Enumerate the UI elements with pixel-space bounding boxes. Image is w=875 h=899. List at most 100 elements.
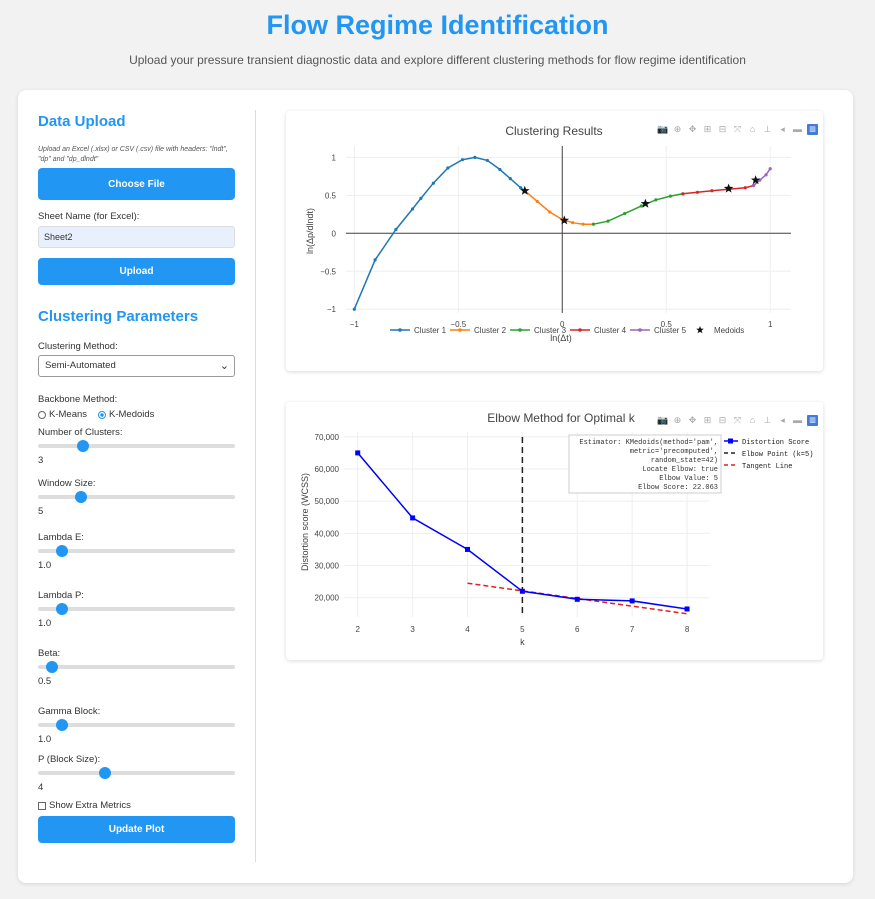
home-icon[interactable]: ⌂ [747,415,758,426]
autoscale-icon[interactable]: ⤧ [732,415,743,426]
hover-closest-icon[interactable]: ◂ [777,124,788,135]
pan-icon[interactable]: ✥ [687,415,698,426]
slider-track[interactable] [38,665,235,669]
data-point [764,173,768,177]
data-point [498,167,502,172]
home-icon[interactable]: ⌂ [747,124,758,135]
slider-value: 1.0 [38,618,52,629]
data-point [419,196,423,200]
data-point [639,204,643,208]
clustering-method-select[interactable]: Semi-Automated ⌄ [38,355,235,377]
radio-kmeans-label: K-Means [49,409,88,420]
slider[interactable] [38,718,235,731]
slider-thumb[interactable] [55,719,68,731]
slider[interactable] [38,602,235,615]
data-point [548,210,552,214]
hover-compare-icon[interactable]: ▬ [792,124,803,135]
slider-value: 3 [38,455,44,466]
hover-compare-icon[interactable]: ▬ [792,415,803,426]
upload-button[interactable]: Upload [38,258,235,285]
pan-icon[interactable]: ✥ [687,124,698,135]
slider[interactable] [38,766,235,779]
slider-thumb[interactable] [75,491,88,503]
slider[interactable] [38,490,235,503]
y-tick-label: 30,000 [315,562,340,571]
modebar-clustering: 📷 ⊕ ✥ ⊞ ⊟ ⤧ ⌂ ⊥ ◂ ▬ ▥ [657,124,818,135]
page-subtitle: Upload your pressure transient diagnosti… [129,53,746,67]
extra-metrics-checkbox[interactable] [38,801,46,810]
data-point [485,158,490,163]
y-tick-label: 20,000 [315,594,340,603]
page-title: Flow Regime Identification [266,10,609,40]
data-point [681,192,685,196]
clustering-method-value: Semi-Automated [45,360,116,371]
chevron-down-icon: ⌄ [219,360,229,372]
zoom-icon[interactable]: ⊕ [672,124,683,135]
zoom-out-icon[interactable]: ⊟ [717,415,728,426]
zoom-icon[interactable]: ⊕ [672,415,683,426]
spike-icon[interactable]: ⊥ [762,415,773,426]
choose-file-button[interactable]: Choose File [38,168,235,200]
legend-marker [638,328,642,332]
camera-icon[interactable]: 📷 [657,124,668,135]
annotation-line: random_state=42) [651,457,718,465]
slider[interactable] [38,660,235,673]
legend-marker [398,328,402,332]
slider-label: P (Block Size): [38,754,101,765]
distortion-marker [355,450,361,456]
hover-closest-icon[interactable]: ◂ [777,415,788,426]
slider-track[interactable] [38,771,235,775]
sidebar-divider [255,110,256,862]
slider-thumb[interactable] [55,545,68,557]
data-point [571,221,575,225]
radio-kmeans[interactable] [38,410,46,419]
x-tick-label: 7 [630,625,635,634]
data-point [473,155,477,159]
legend-label: Cluster 3 [534,326,567,335]
slider-thumb[interactable] [45,661,58,673]
distortion-marker [684,606,690,612]
elbow-method-chart[interactable]: Elbow Method for Optimal k 20,000 30,000 40… [286,402,823,660]
params-heading: Clustering Parameters [38,308,199,325]
modebar-elbow: 📷 ⊕ ✥ ⊞ ⊟ ⤧ ⌂ ⊥ ◂ ▬ ▥ [657,415,818,426]
plotly-logo-icon[interactable]: ▥ [807,124,818,135]
slider-track[interactable] [38,495,235,499]
sheet-name-input[interactable] [38,226,235,248]
annotation-line: Elbow Score: 22.063 [638,484,718,492]
data-point [591,222,596,226]
slider-thumb[interactable] [77,440,90,452]
annotation-line: Locate Elbow: true [642,466,718,474]
data-point [768,167,772,171]
upload-heading: Data Upload [38,113,126,130]
slider-thumb[interactable] [55,603,68,615]
clustering-method-label: Clustering Method: [38,341,118,352]
slider[interactable] [38,439,235,452]
y-axis-label: Distortion score (WCSS) [300,473,310,571]
data-point [519,186,523,190]
autoscale-icon[interactable]: ⤧ [732,124,743,135]
y-tick-label: 1 [332,153,337,162]
zoom-in-icon[interactable]: ⊞ [702,415,713,426]
clustering-results-chart[interactable]: Clustering Results−1−0.500.51−1 −0.5 0 0.5 1… [286,111,823,371]
legend-label: Distortion Score [742,439,809,447]
data-point [654,198,658,202]
camera-icon[interactable]: 📷 [657,415,668,426]
update-plot-button[interactable]: Update Plot [38,816,235,843]
data-point [394,227,398,232]
legend-marker [518,328,522,332]
x-tick-label: 3 [410,625,415,634]
slider-thumb[interactable] [98,767,111,779]
legend-medoid-marker [696,326,704,334]
extra-metrics-label: Show Extra Metrics [49,800,131,811]
x-tick-label: −0.5 [450,320,466,329]
clustering-plot-card: Clustering Results −1 −0.5 0 0.5 1 −1 −0.5 0 0.5 1… [286,111,823,371]
spike-icon[interactable]: ⊥ [762,124,773,135]
zoom-out-icon[interactable]: ⊟ [717,124,728,135]
radio-kmedoids[interactable] [98,410,107,419]
slider[interactable] [38,544,235,557]
slider-label: Gamma Block: [38,706,101,717]
slider-track[interactable] [38,444,235,448]
zoom-in-icon[interactable]: ⊞ [702,124,713,135]
plotly-logo-icon[interactable]: ▥ [807,415,818,426]
x-tick-label: 5 [520,625,525,634]
